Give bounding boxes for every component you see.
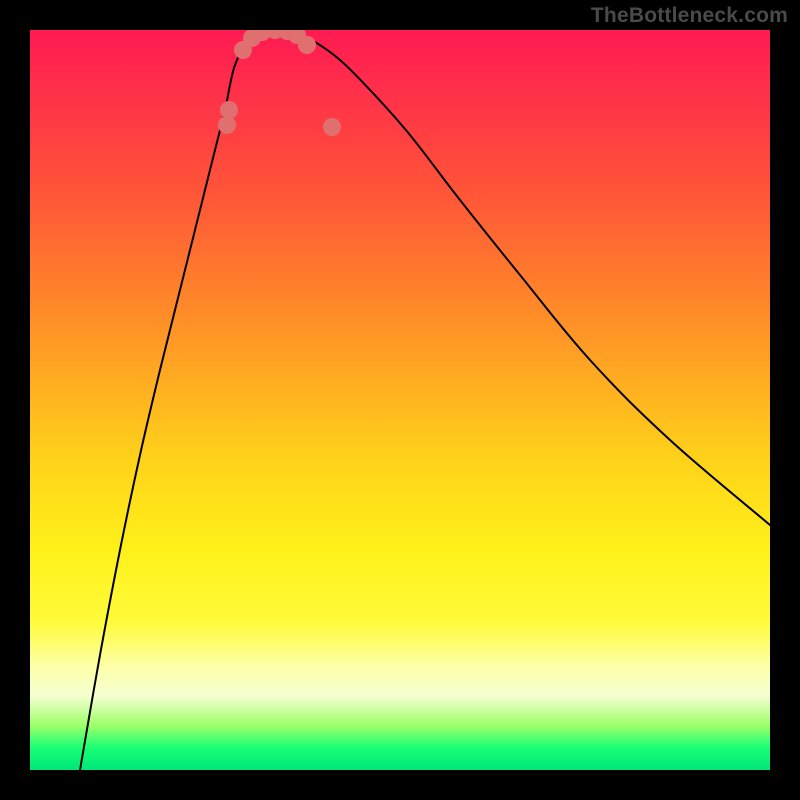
curve-layer [30,30,770,770]
plot-area [30,30,770,770]
curve-marker [298,36,316,54]
chart-frame: TheBottleneck.com [0,0,800,800]
curve-marker [220,101,238,119]
attribution-text: TheBottleneck.com [591,4,788,28]
v-curve-path [80,30,770,770]
curve-marker [323,118,341,136]
